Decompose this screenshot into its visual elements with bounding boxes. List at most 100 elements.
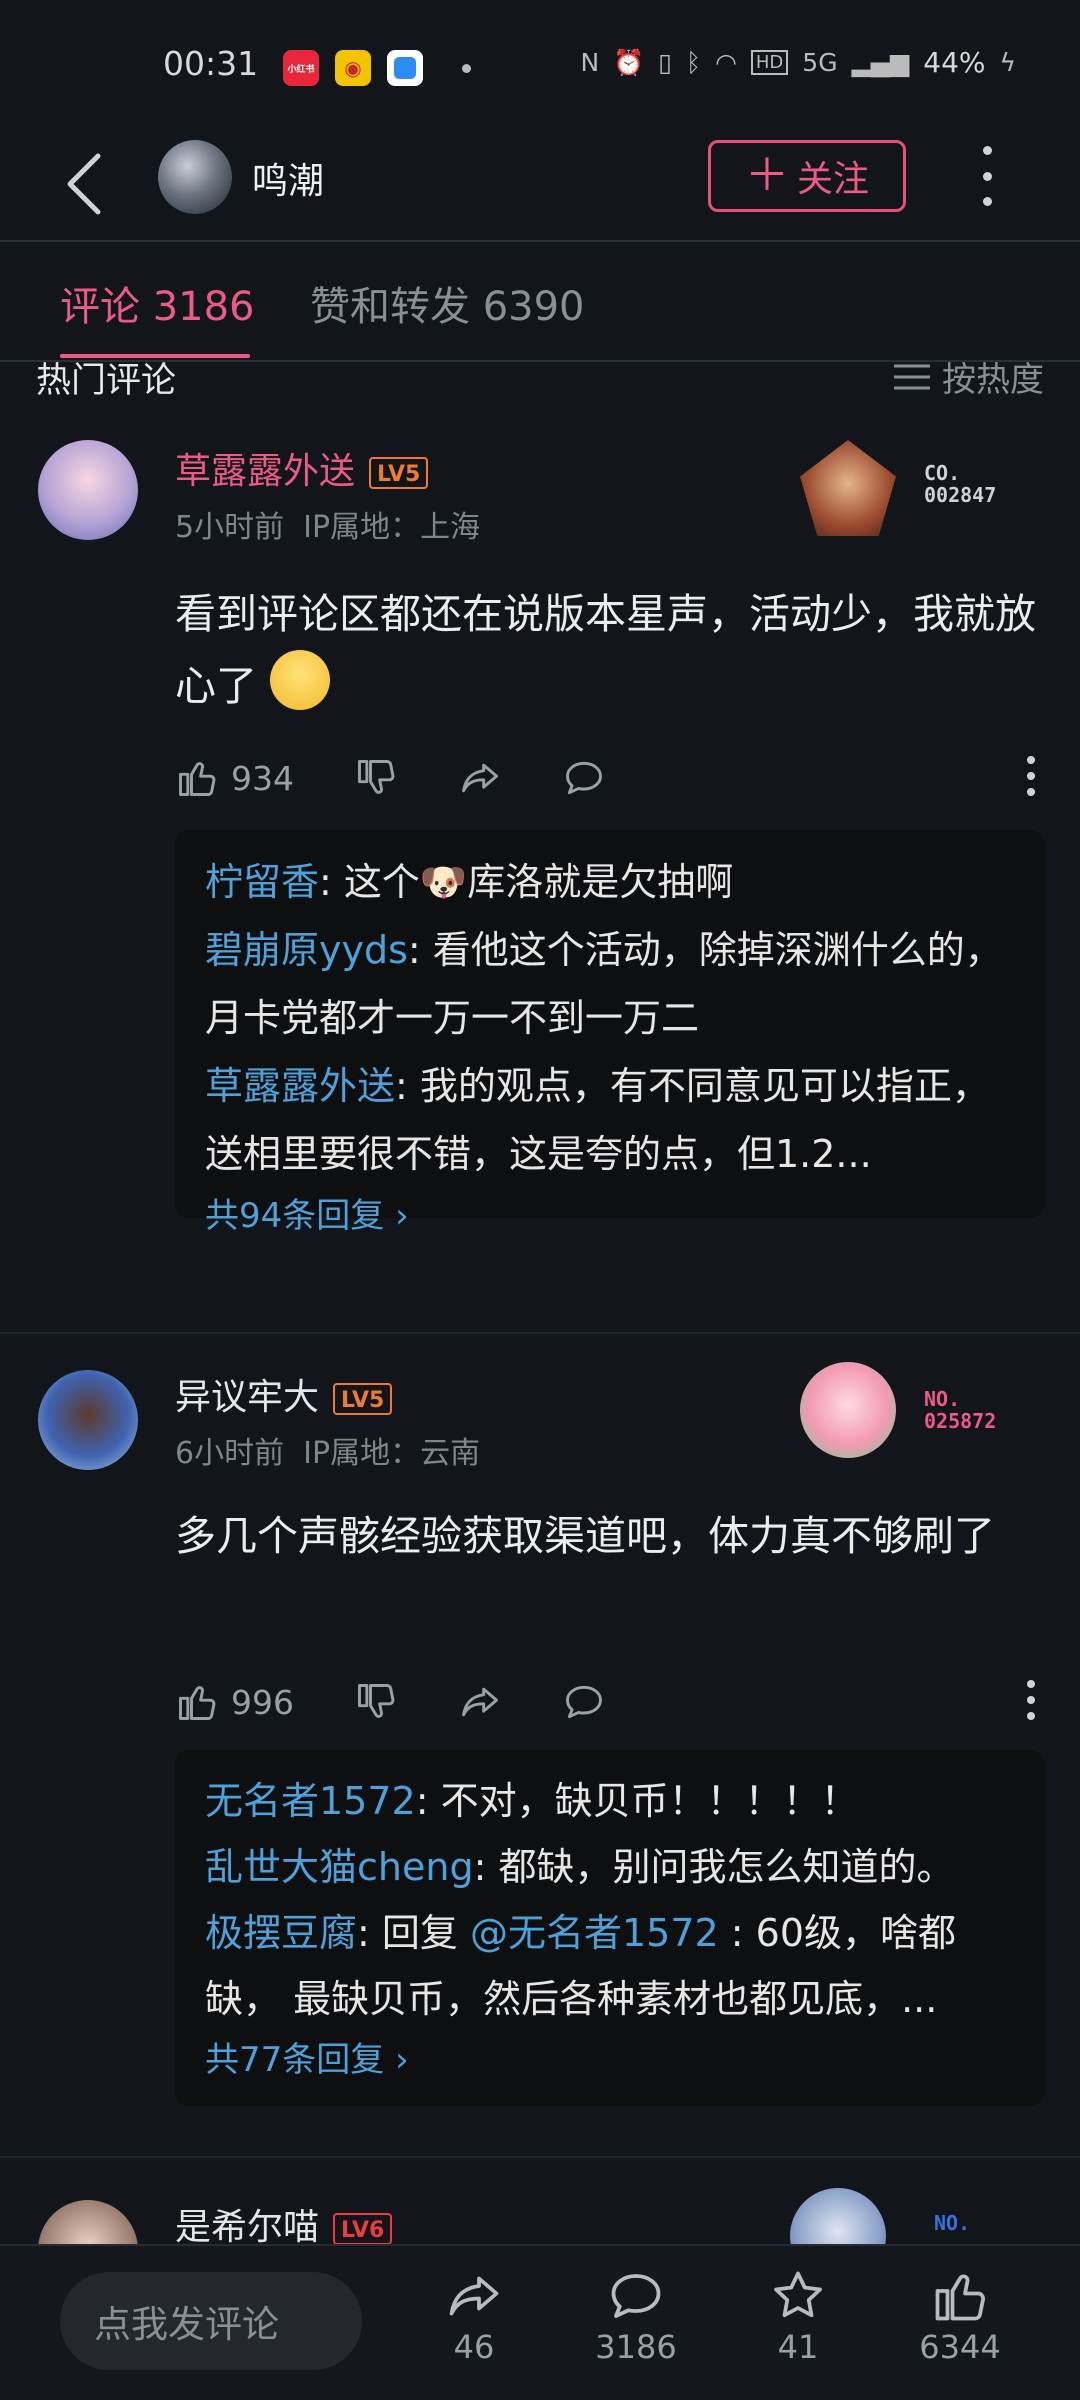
commenter-name-text: 是希尔喵 bbox=[175, 2207, 320, 2248]
share-post-button[interactable]: 46 bbox=[414, 2266, 534, 2366]
alarm-icon: ⏰ bbox=[613, 47, 645, 77]
comment-text: 多几个声骸经验获取渠道吧，体力真不够刷了 bbox=[175, 1500, 1045, 1572]
back-button[interactable] bbox=[64, 144, 124, 224]
comment-more-icon[interactable] bbox=[1027, 756, 1035, 796]
comment-actions: 934 bbox=[175, 748, 1035, 808]
like-button[interactable]: 996 bbox=[175, 1680, 294, 1724]
mention-link[interactable]: @无名者1572 bbox=[470, 1911, 719, 1955]
star-icon bbox=[774, 2271, 822, 2318]
reply-item: 柠留香: 这个🐶库洛就是欠抽啊 bbox=[205, 848, 1015, 916]
commenter-name[interactable]: 是希尔喵 LV6 bbox=[175, 2198, 393, 2250]
share-icon bbox=[462, 1687, 498, 1717]
fan-card-image[interactable] bbox=[800, 440, 896, 536]
dislike-button[interactable] bbox=[354, 1680, 398, 1724]
reply-author[interactable]: 草露露外送 bbox=[205, 1064, 395, 1108]
like-post-button[interactable]: 6344 bbox=[900, 2266, 1020, 2366]
commenter-avatar[interactable] bbox=[38, 440, 138, 540]
favorite-button[interactable]: 41 bbox=[738, 2266, 858, 2366]
reply-text: : 都缺，别问我怎么知道的。 bbox=[473, 1845, 955, 1889]
fan-card-number: NO. 025872 bbox=[924, 1388, 996, 1432]
favorite-count: 41 bbox=[777, 2328, 819, 2366]
bottom-action-bar: 点我发评论 46 3186 41 6344 bbox=[0, 2244, 1080, 2400]
tab-likes-reposts[interactable]: 赞和转发 6390 bbox=[310, 274, 585, 332]
reply-item: 无名者1572: 不对，缺贝币！！！！！ bbox=[205, 1768, 1015, 1834]
smirk-emoji-icon bbox=[270, 650, 331, 710]
vibrate-icon: ▯ bbox=[658, 48, 673, 77]
share-button[interactable] bbox=[458, 1680, 502, 1724]
commenter-name-text: 异议牢大 bbox=[175, 1377, 320, 1418]
weibo-icon: ◉ bbox=[335, 50, 371, 86]
notification-dot bbox=[462, 64, 471, 73]
sort-list-icon bbox=[894, 364, 930, 389]
fan-card-number: NO. bbox=[934, 2212, 970, 2234]
more-options-icon[interactable] bbox=[972, 146, 1002, 206]
fan-card-number: CO. 002847 bbox=[924, 462, 996, 506]
comment-meta: 5小时前 IP属地：上海 bbox=[175, 502, 480, 546]
comment-text: 看到评论区都还在说版本星声，活动少，我就放心了 bbox=[175, 578, 1045, 722]
level-badge: LV5 bbox=[333, 1383, 393, 1415]
fan-card-prefix: CO. bbox=[924, 461, 961, 485]
bluetooth-icon: ᛒ bbox=[686, 48, 702, 77]
hd-icon: HD bbox=[750, 50, 789, 75]
reply-prefix: : 回复 bbox=[357, 1911, 470, 1955]
reply-button[interactable] bbox=[562, 1680, 606, 1724]
reply-author[interactable]: 无名者1572 bbox=[205, 1779, 416, 1823]
commenter-avatar[interactable] bbox=[38, 1370, 138, 1470]
view-more-replies-link[interactable]: 共77条回复 › bbox=[205, 2032, 1015, 2088]
level-badge: LV5 bbox=[369, 457, 429, 489]
dislike-button[interactable] bbox=[354, 756, 398, 800]
comment-input[interactable]: 点我发评论 bbox=[60, 2272, 362, 2370]
reply-preview[interactable]: 柠留香: 这个🐶库洛就是欠抽啊 碧崩原yyds: 看他这个活动，除掉深渊什么的，… bbox=[175, 830, 1045, 1236]
author-avatar[interactable] bbox=[158, 140, 232, 214]
fan-card-digits: 002847 bbox=[924, 483, 997, 507]
top-app-bar: 鸣潮 ＋ 关注 bbox=[0, 130, 1080, 242]
status-time: 00:31 bbox=[163, 44, 259, 83]
plus-icon: ＋ bbox=[744, 150, 789, 201]
tab-bar: 评论 3186 赞和转发 6390 bbox=[0, 244, 1080, 362]
comment-more-icon[interactable] bbox=[1027, 1680, 1035, 1720]
comments-button[interactable]: 3186 bbox=[576, 2266, 696, 2366]
reply-author[interactable]: 柠留香 bbox=[205, 860, 319, 904]
comment-divider bbox=[0, 2156, 1080, 2158]
commenter-name[interactable]: 草露露外送 LV5 bbox=[175, 442, 429, 494]
reply-author[interactable]: 极摆豆腐 bbox=[205, 1911, 357, 1955]
xiaohongshu-icon: 小红书 bbox=[283, 50, 319, 86]
comment-time: 5小时前 bbox=[175, 510, 285, 545]
thumbs-down-icon bbox=[358, 760, 395, 794]
reply-author[interactable]: 碧崩原yyds bbox=[205, 928, 408, 972]
level-badge: LV6 bbox=[333, 2213, 393, 2245]
signal-icon: 5G bbox=[802, 48, 838, 77]
author-name[interactable]: 鸣潮 bbox=[252, 152, 324, 204]
status-bar: 00:31 小红书 ◉ N ⏰ ▯ ᛒ ◠ HD 5G ▂▄▆ 44% ϟ bbox=[0, 0, 1080, 130]
comment-bubble-icon bbox=[611, 2274, 661, 2318]
thumbs-down-icon bbox=[358, 1684, 395, 1718]
wifi-icon: ◠ bbox=[715, 48, 737, 77]
reply-item: 碧崩原yyds: 看他这个活动，除掉深渊什么的，月卡党都才一万一不到一万二 bbox=[205, 916, 1015, 1052]
share-icon bbox=[449, 2276, 499, 2316]
reply-button[interactable] bbox=[562, 756, 606, 800]
commenter-name[interactable]: 异议牢大 LV5 bbox=[175, 1368, 393, 1420]
like-button[interactable]: 934 bbox=[175, 756, 294, 800]
fan-card-prefix: NO. bbox=[924, 1387, 961, 1411]
share-button[interactable] bbox=[458, 756, 502, 800]
commenter-name-text: 草露露外送 bbox=[175, 451, 356, 492]
share-count: 46 bbox=[453, 2328, 495, 2366]
comment-bubble-icon bbox=[566, 1685, 602, 1719]
view-more-replies-link[interactable]: 共94条回复 › bbox=[205, 1188, 1015, 1244]
comment-meta: 6小时前 IP属地：云南 bbox=[175, 1428, 480, 1472]
comment-ip: IP属地：上海 bbox=[303, 510, 481, 545]
reply-author[interactable]: 乱世大猫cheng bbox=[205, 1845, 474, 1889]
reply-item: 草露露外送: 我的观点，有不同意见可以指正，送相里要很不错，这是夸的点，但1.2… bbox=[205, 1052, 1015, 1188]
tab-comments[interactable]: 评论 3186 bbox=[60, 274, 255, 332]
follow-button[interactable]: ＋ 关注 bbox=[708, 140, 906, 212]
charging-icon: ϟ bbox=[999, 48, 1017, 77]
thumbs-up-icon bbox=[179, 762, 216, 796]
reply-item: 乱世大猫cheng: 都缺，别问我怎么知道的。 bbox=[205, 1834, 1015, 1900]
reply-preview[interactable]: 无名者1572: 不对，缺贝币！！！！！ 乱世大猫cheng: 都缺，别问我怎么… bbox=[175, 1750, 1045, 2106]
comment-time: 6小时前 bbox=[175, 1436, 285, 1471]
comment-bubble-icon bbox=[566, 761, 602, 795]
hot-comments-heading: 热门评论 bbox=[36, 361, 177, 401]
fan-card-image[interactable] bbox=[800, 1362, 896, 1458]
comment-count: 3186 bbox=[595, 2328, 677, 2366]
sort-button[interactable]: 按热度 bbox=[894, 352, 1044, 401]
